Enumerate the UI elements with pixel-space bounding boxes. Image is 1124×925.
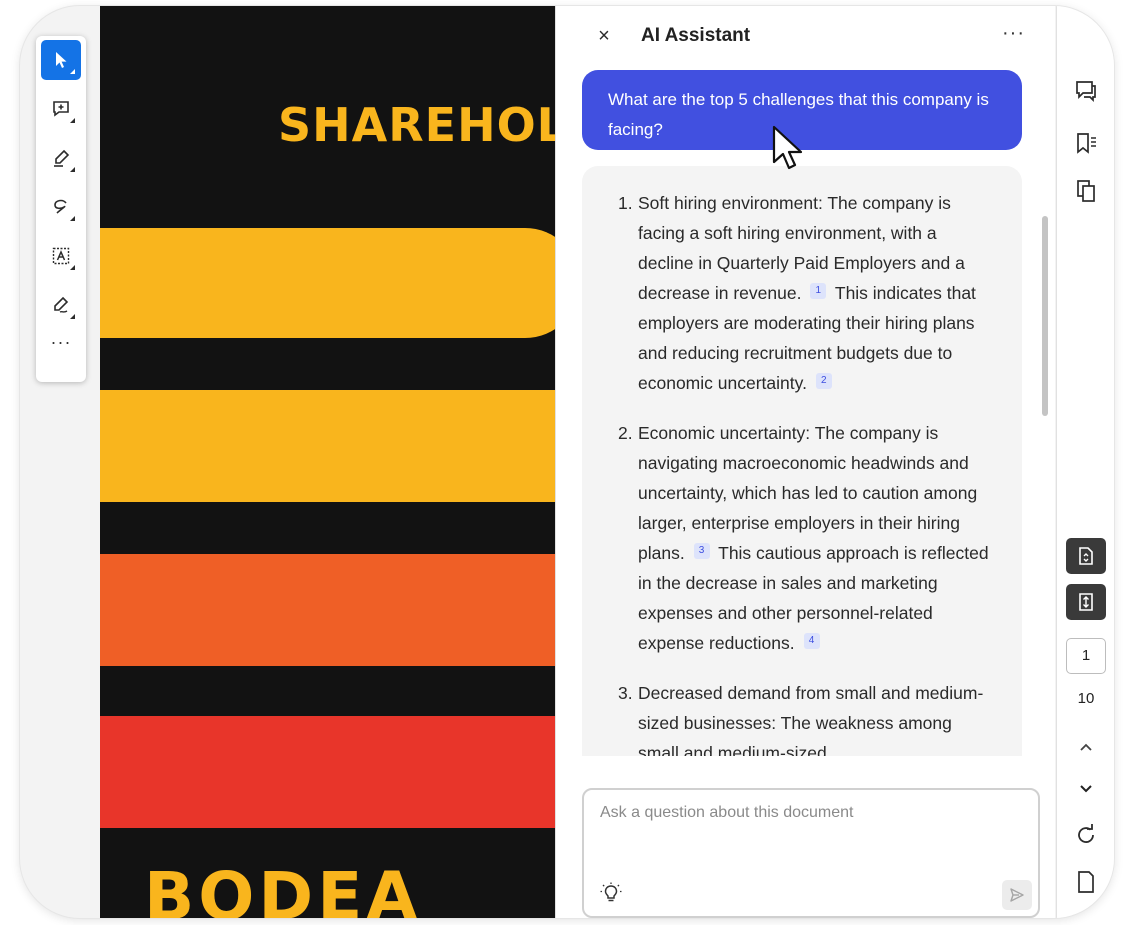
text-box-icon [52, 247, 70, 265]
pointer-icon [56, 52, 67, 68]
draw-button[interactable] [41, 187, 81, 227]
pages-icon[interactable] [1073, 178, 1099, 204]
list-number: 3. [618, 683, 633, 703]
citation-badge[interactable]: 3 [693, 543, 710, 559]
flyout-indicator [70, 265, 75, 270]
question-input[interactable] [600, 804, 1020, 864]
panel-title: AI Assistant [641, 25, 751, 46]
ai-assistant-panel: × AI Assistant ··· What are the top 5 ch… [555, 6, 1055, 918]
pen-sign-icon [54, 296, 69, 313]
challenge-list: 1. Soft hiring environment: The company … [618, 188, 994, 756]
document-heading: SHAREHOLD [278, 98, 555, 152]
total-pages: 10 [1077, 690, 1095, 707]
assistant-answer: 1. Soft hiring environment: The company … [582, 166, 1022, 756]
document-brand: BODEA [144, 858, 422, 918]
page-icon[interactable] [1073, 868, 1099, 894]
question-input-box [582, 788, 1040, 918]
highlight-button[interactable] [41, 138, 81, 178]
document-canvas[interactable]: SHAREHOLD BODEA [100, 6, 555, 918]
document-band-red [100, 716, 555, 828]
chevron-up-icon[interactable] [1076, 740, 1096, 754]
text-select-button[interactable] [41, 236, 81, 276]
close-panel-button[interactable]: × [594, 24, 614, 48]
list-item: 3. Decreased demand from small and mediu… [618, 678, 994, 756]
scrollbar-thumb[interactable] [1042, 216, 1048, 416]
flyout-indicator [70, 69, 75, 74]
document-band-yellow [100, 390, 555, 502]
app-window: ··· SHAREHOLD BODEA × AI Assistant ··· W… [20, 6, 1114, 918]
highlighter-icon [54, 149, 70, 167]
flyout-indicator [70, 216, 75, 221]
send-icon [1010, 888, 1024, 902]
right-rail: 1 10 [1056, 6, 1114, 918]
page-navigation-button[interactable] [1066, 584, 1106, 620]
document-band-yellow-rounded [100, 228, 555, 338]
bookmarks-icon[interactable] [1073, 130, 1099, 156]
refresh-icon[interactable] [1073, 822, 1099, 848]
more-options-button[interactable]: ··· [1002, 22, 1025, 45]
list-number: 2. [618, 423, 633, 443]
document-band-orange [100, 554, 555, 666]
flyout-indicator [70, 118, 75, 123]
select-tool-button[interactable] [41, 40, 81, 80]
sign-button[interactable] [41, 285, 81, 325]
comments-icon[interactable] [1073, 78, 1099, 104]
add-comment-button[interactable] [41, 89, 81, 129]
comment-plus-icon [53, 101, 69, 117]
scroll-mode-button[interactable] [1066, 538, 1106, 574]
citation-badge[interactable]: 1 [810, 283, 827, 299]
flyout-indicator [70, 167, 75, 172]
chevron-down-icon[interactable] [1076, 782, 1096, 796]
answer-text: Decreased demand from small and medium-s… [638, 683, 984, 756]
citation-badge[interactable]: 4 [803, 633, 820, 649]
page-fit-icon [1079, 547, 1093, 565]
tool-rail: ··· [36, 36, 86, 382]
answer-text: Economic uncertainty: The company is nav… [638, 423, 978, 563]
citation-badge[interactable]: 2 [815, 373, 832, 389]
list-number: 1. [618, 193, 633, 213]
answer-scrollbar[interactable] [1040, 70, 1050, 760]
list-item: 2. Economic uncertainty: The company is … [618, 418, 994, 658]
list-item: 1. Soft hiring environment: The company … [618, 188, 994, 398]
current-page-input[interactable]: 1 [1066, 638, 1106, 674]
lightbulb-icon[interactable] [600, 882, 622, 904]
send-button[interactable] [1002, 880, 1032, 910]
flyout-indicator [70, 314, 75, 319]
freehand-icon [54, 199, 67, 214]
mouse-cursor-icon [772, 125, 803, 170]
panel-header: × AI Assistant ··· [556, 6, 1056, 66]
more-tools-button[interactable]: ··· [51, 332, 72, 353]
page-updown-icon [1079, 593, 1093, 611]
